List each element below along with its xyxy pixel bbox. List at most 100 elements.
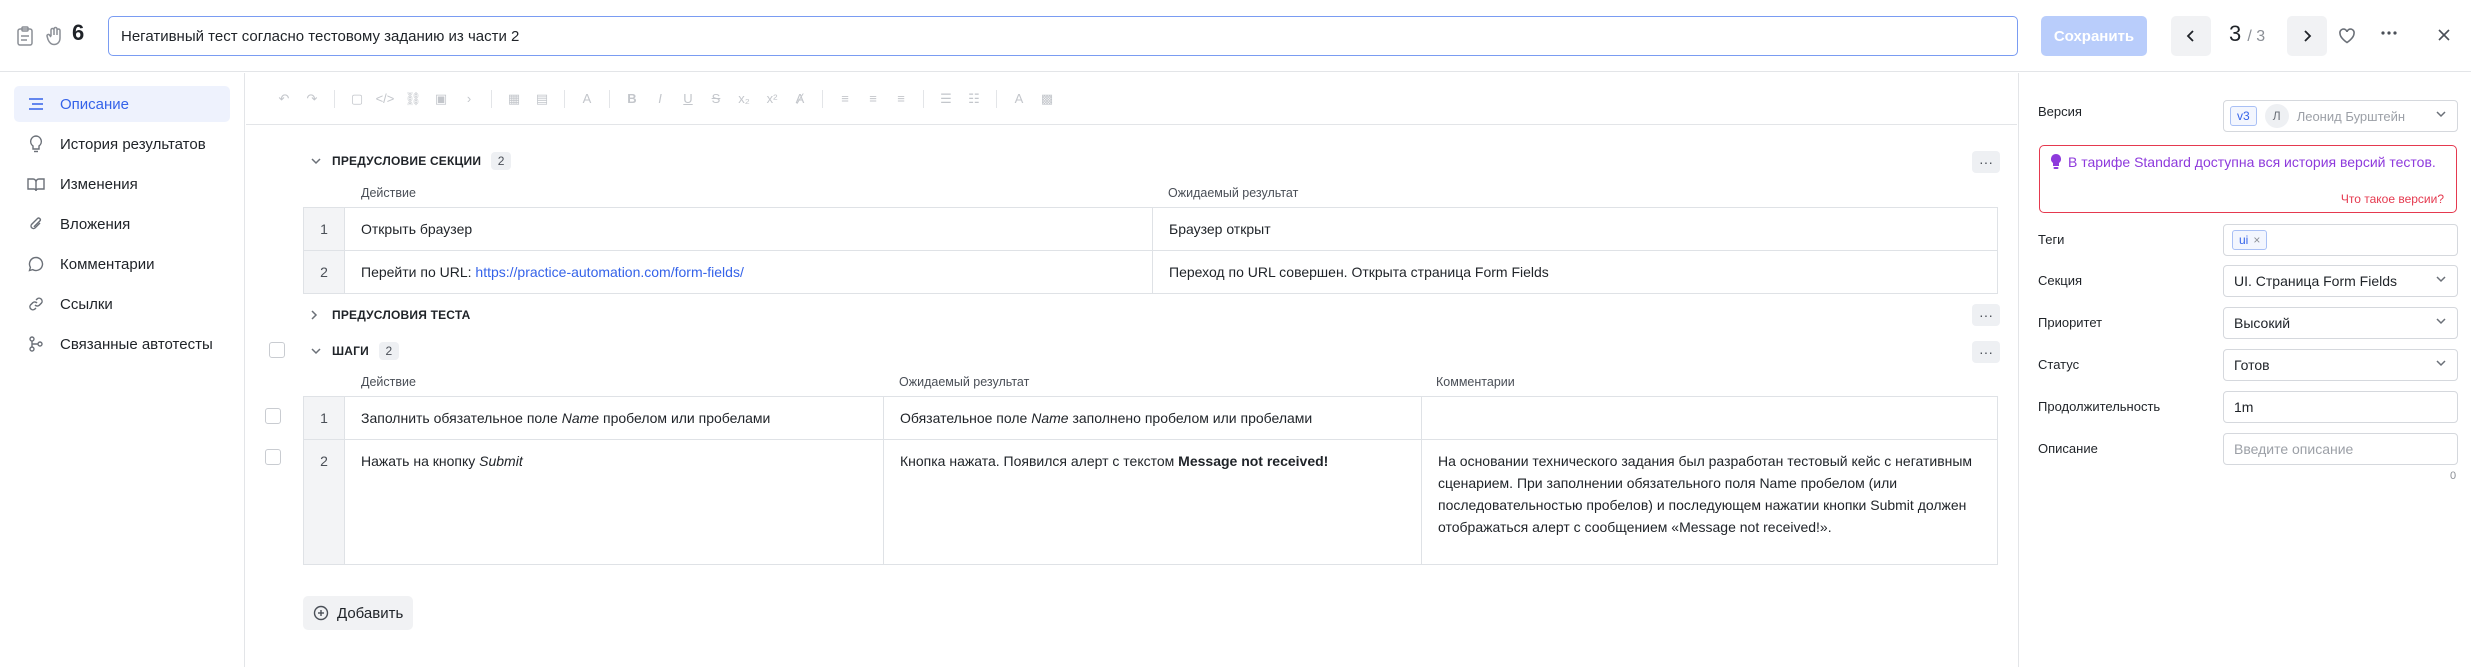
underline-icon[interactable]: U (674, 85, 702, 113)
status-select[interactable]: Готов (2223, 349, 2458, 381)
row-number: 1 (303, 207, 345, 251)
text-color-icon[interactable]: A (1005, 85, 1033, 113)
previous-button[interactable] (2171, 16, 2211, 56)
test-title-input[interactable] (108, 16, 2018, 56)
section-precondition-header[interactable]: ПРЕДУСЛОВИЕ СЕКЦИИ 2 (310, 152, 512, 170)
section-test-precondition-header[interactable]: ПРЕДУСЛОВИЯ ТЕСТА (310, 308, 471, 322)
table-row: 2 Перейти по URL: https://practice-autom… (303, 250, 1998, 294)
add-step-button[interactable]: Добавить (303, 596, 413, 630)
save-button[interactable]: Сохранить (2041, 16, 2147, 56)
test-counter: 3 / 3 (2229, 21, 2266, 46)
section-more-button[interactable]: ··· (1972, 151, 2000, 173)
sidebar-item-changes[interactable]: Изменения (14, 166, 230, 202)
action-cell[interactable]: Открыть браузер (344, 207, 1153, 251)
action-cell[interactable]: Заполнить обязательное поле Name пробело… (344, 396, 884, 440)
heart-icon[interactable] (2338, 28, 2356, 44)
chevron-down-icon[interactable] (310, 347, 326, 355)
expected-cell[interactable]: Кнопка нажата. Появился алерт с текстом … (883, 439, 1422, 565)
align-center-icon[interactable]: ≡ (859, 85, 887, 113)
sidebar-item-label: Вложения (60, 215, 131, 233)
sidebar-item-comments[interactable]: Комментарии (14, 246, 230, 282)
remove-tag-icon[interactable]: × (2253, 233, 2260, 247)
action-cell[interactable]: Перейти по URL: https://practice-automat… (344, 250, 1153, 294)
version-select[interactable]: v3 Л Леонид Бурштейн (2223, 100, 2458, 132)
bullet-list-icon[interactable]: ☰ (932, 85, 960, 113)
highlight-icon[interactable]: ▩ (1033, 85, 1061, 113)
strikethrough-icon[interactable]: S (702, 85, 730, 113)
precondition-table: 1 Открыть браузер Браузер открыт 2 Перей… (303, 207, 1998, 294)
book-icon (26, 177, 46, 192)
expected-cell[interactable]: Обязательное поле Name заполнено пробело… (883, 396, 1422, 440)
sidebar-item-attachments[interactable]: Вложения (14, 206, 230, 242)
hand-drag-icon[interactable] (46, 26, 64, 46)
expected-cell[interactable]: Браузер открыт (1152, 207, 1998, 251)
sidebar-item-linked-autotests[interactable]: Связанные автотесты (14, 326, 230, 362)
section-more-button[interactable]: ··· (1972, 304, 2000, 326)
status-label: Статус (2038, 357, 2080, 372)
numbered-list-icon[interactable]: ☷ (960, 85, 988, 113)
chevron-right-icon[interactable]: › (455, 85, 483, 113)
sidebar-item-description[interactable]: Описание (14, 86, 230, 122)
clear-format-icon[interactable]: Ⱥ (786, 85, 814, 113)
section-title: ПРЕДУСЛОВИЯ ТЕСТА (332, 308, 471, 322)
select-all-checkbox[interactable] (269, 342, 285, 358)
url-link[interactable]: https://practice-automation.com/form-fie… (475, 264, 743, 280)
table-icon[interactable]: ▦ (500, 85, 528, 113)
chevron-down-icon[interactable] (310, 157, 326, 165)
comment-cell[interactable] (1421, 396, 1998, 440)
priority-select[interactable]: Высокий (2223, 307, 2458, 339)
sidebar-item-links[interactable]: Ссылки (14, 286, 230, 322)
italic-icon[interactable]: I (646, 85, 674, 113)
row-checkbox[interactable] (265, 408, 281, 424)
section-more-button[interactable]: ··· (1972, 341, 2000, 363)
table-options-icon[interactable]: ▤ (528, 85, 556, 113)
test-id: 6 (72, 20, 85, 45)
more-options-icon: ··· (1979, 344, 1993, 360)
section-steps-header[interactable]: ШАГИ 2 (310, 342, 399, 360)
close-icon[interactable] (2437, 28, 2451, 42)
superscript-icon[interactable]: x² (758, 85, 786, 113)
section-title: ШАГИ (332, 344, 369, 358)
version-label: Версия (2038, 104, 2082, 119)
image-icon[interactable]: ▣ (427, 85, 455, 113)
sidebar-item-results-history[interactable]: История результатов (14, 126, 230, 162)
action-cell[interactable]: Нажать на кнопку Submit (344, 439, 884, 565)
column-header-action: Действие (361, 375, 416, 389)
more-options-icon: ··· (1979, 307, 1993, 323)
row-checkbox[interactable] (265, 449, 281, 465)
editor-toolbar: ↶ ↷ ▢ </> ⛓ ▣ › ▦ ▤ A B I U S x₂ x² Ⱥ ≡ … (246, 73, 2017, 125)
block-icon[interactable]: ▢ (343, 85, 371, 113)
bold-icon[interactable]: B (618, 85, 646, 113)
sidebar-item-label: Комментарии (60, 255, 155, 273)
more-options-icon[interactable] (2380, 30, 2398, 36)
redo-icon[interactable]: ↷ (298, 85, 326, 113)
comment-cell[interactable]: На основании технического задания был ра… (1421, 439, 1998, 565)
clipboard-icon[interactable] (16, 26, 34, 46)
sidebar-item-label: Связанные автотесты (60, 335, 213, 353)
row-number: 2 (303, 439, 345, 565)
duration-input[interactable]: 1m (2223, 391, 2458, 423)
chevron-right-icon[interactable] (310, 309, 326, 321)
link-icon[interactable]: ⛓ (399, 85, 427, 113)
subscript-icon[interactable]: x₂ (730, 85, 758, 113)
align-left-icon[interactable]: ≡ (831, 85, 859, 113)
version-chip: v3 (2230, 106, 2257, 126)
column-header-expected: Ожидаемый результат (1168, 186, 1299, 200)
undo-icon[interactable]: ↶ (270, 85, 298, 113)
expected-cell[interactable]: Переход по URL совершен. Открыта страниц… (1152, 250, 1998, 294)
tags-input[interactable]: ui × (2223, 224, 2458, 256)
section-label: Секция (2038, 273, 2083, 288)
font-size-icon[interactable]: A (573, 85, 601, 113)
next-button[interactable] (2287, 16, 2327, 56)
description-label: Описание (2038, 441, 2098, 456)
sidebar-item-label: История результатов (60, 135, 206, 153)
description-input[interactable]: Введите описание (2223, 433, 2458, 465)
sidebar-item-label: Изменения (60, 175, 138, 193)
chevron-down-icon (2435, 317, 2447, 325)
section-select[interactable]: UI. Страница Form Fields (2223, 265, 2458, 297)
what-are-versions-link[interactable]: Что такое версии? (2341, 192, 2444, 206)
sidebar: Описание История результатов Изменения В… (0, 73, 245, 667)
table-row: 1 Открыть браузер Браузер открыт (303, 207, 1998, 251)
align-right-icon[interactable]: ≡ (887, 85, 915, 113)
code-icon[interactable]: </> (371, 85, 399, 113)
